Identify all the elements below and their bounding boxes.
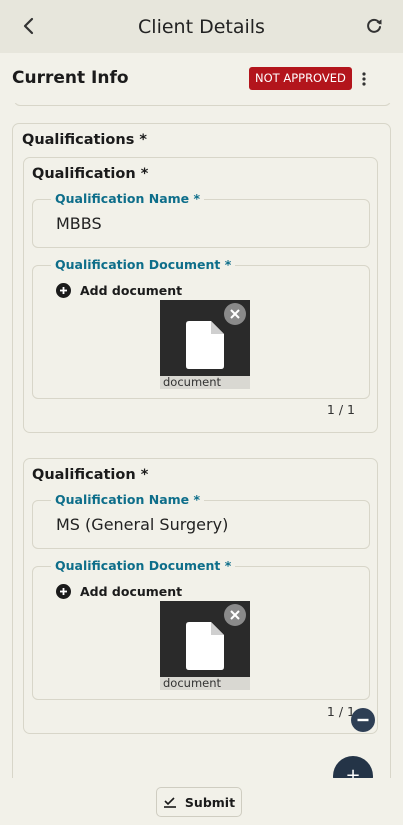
qualification-document-label: Qualification Document * (51, 257, 236, 272)
previous-section-edge (14, 103, 391, 106)
qualification-name-value: MBBS (56, 214, 102, 233)
submit-button[interactable]: Submit (156, 787, 242, 817)
add-document-button[interactable]: Add document (56, 582, 182, 600)
qualification-name-label: Qualification Name * (51, 191, 205, 206)
qualifications-title: Qualifications * (22, 132, 147, 148)
qualification-card: Qualification * Qualification Name * MBB… (23, 157, 378, 433)
qualification-name-value: MS (General Surgery) (56, 515, 229, 534)
qualification-document-label: Qualification Document * (51, 558, 236, 573)
add-circle-icon (56, 583, 71, 599)
document-thumbnail[interactable]: document (160, 601, 250, 690)
qualification-document-field: Qualification Document * Add document do… (32, 257, 370, 399)
document-pager: 1 / 1 (326, 402, 355, 417)
submit-label: Submit (184, 794, 236, 810)
qualification-card-title: Qualification * (32, 166, 149, 182)
app-bar: Client Details (0, 0, 403, 53)
qualification-name-field[interactable]: Qualification Name * MBBS (32, 191, 370, 248)
qualification-name-field[interactable]: Qualification Name * MS (General Surgery… (32, 492, 370, 549)
document-caption: document (160, 677, 250, 690)
qualification-document-field: Qualification Document * Add document do… (32, 558, 370, 700)
section-heading: Current Info (12, 68, 129, 88)
sub-header: Current Info NOT APPROVED (0, 53, 403, 103)
remove-document-icon[interactable] (224, 303, 246, 325)
add-document-label: Add document (80, 282, 183, 298)
bottom-bar: Submit (0, 778, 403, 825)
document-icon (186, 321, 224, 369)
add-document-button[interactable]: Add document (56, 281, 182, 299)
back-arrow-icon[interactable] (18, 14, 40, 38)
check-icon (163, 797, 176, 808)
qualification-card-title: Qualification * (32, 467, 149, 483)
more-options-icon[interactable] (358, 70, 370, 88)
document-caption: document (160, 376, 250, 389)
qualification-card: Qualification * Qualification Name * MS … (23, 458, 378, 734)
add-document-label: Add document (80, 583, 183, 599)
document-icon (186, 622, 224, 670)
page-title: Client Details (138, 15, 265, 38)
document-thumbnail[interactable]: document (160, 300, 250, 389)
status-badge: NOT APPROVED (249, 67, 352, 90)
qualifications-section: Qualifications * Qualification * Qualifi… (12, 123, 391, 778)
refresh-icon[interactable] (363, 15, 385, 37)
qualification-name-label: Qualification Name * (51, 492, 205, 507)
remove-document-icon[interactable] (224, 604, 246, 626)
remove-qualification-icon[interactable] (351, 708, 375, 732)
scroll-content[interactable]: Qualifications * Qualification * Qualifi… (0, 103, 403, 778)
add-circle-icon (56, 282, 71, 298)
